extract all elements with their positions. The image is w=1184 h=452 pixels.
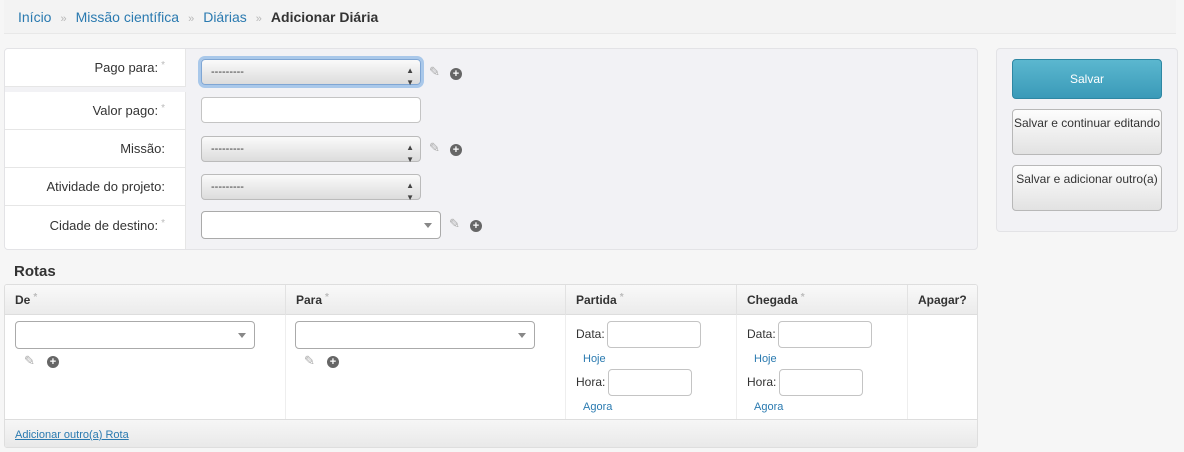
- breadcrumb-missao-cientifica[interactable]: Missão científica: [76, 9, 179, 25]
- cidade-destino-label: Cidade de destino:: [49, 218, 159, 233]
- plus-icon[interactable]: +: [47, 356, 59, 368]
- required-mark: *: [619, 292, 624, 303]
- caret-down-icon: [238, 333, 246, 338]
- required-mark: *: [33, 292, 38, 303]
- atividade-label: Atividade do projeto:: [46, 179, 165, 194]
- updown-arrows-icon: ▲ ▼: [406, 181, 414, 202]
- breadcrumb: Início » Missão científica » Diárias » Adicion…: [4, 0, 1176, 34]
- rota-apagar-cell: [908, 315, 977, 419]
- form-row-missao: Missão: --------- ▲ ▼ ✎ +: [5, 130, 977, 168]
- updown-arrows-icon: ▲ ▼: [406, 143, 414, 164]
- missao-label-cell: Missão:: [5, 130, 186, 168]
- submit-row: Salvar Salvar e continuar editando Salva…: [996, 48, 1178, 232]
- chegada-time-input[interactable]: [779, 369, 863, 396]
- rotas-table-footer: Adicionar outro(a) Rota: [5, 419, 977, 447]
- col-header-de: De *: [5, 285, 286, 315]
- rota-de-select[interactable]: [15, 321, 255, 349]
- chegada-agora-link[interactable]: Agora: [754, 401, 783, 413]
- valor-pago-input[interactable]: [201, 97, 421, 123]
- pencil-icon[interactable]: ✎: [449, 216, 460, 232]
- partida-date-input[interactable]: [607, 321, 701, 348]
- breadcrumb-inicio[interactable]: Início: [18, 9, 51, 25]
- cidade-destino-select[interactable]: [201, 211, 441, 239]
- atividade-select-value: ---------: [211, 181, 244, 193]
- valor-pago-label-cell: Valor pago: *: [5, 92, 186, 130]
- plus-icon[interactable]: +: [450, 144, 462, 156]
- pago-para-label: Pago para:: [94, 60, 159, 75]
- missao-select[interactable]: --------- ▲ ▼: [201, 136, 421, 164]
- pencil-icon[interactable]: ✎: [304, 353, 315, 369]
- chegada-hora-label: Hora:: [747, 375, 777, 389]
- breadcrumb-diarias[interactable]: Diárias: [203, 9, 247, 25]
- rota-para-cell: ✎ +: [286, 315, 566, 419]
- partida-data-label: Data:: [576, 327, 605, 341]
- form-row-pago-para: Pago para: * --------- ▲ ▼ ✎ +: [5, 49, 977, 87]
- plus-icon[interactable]: +: [450, 68, 462, 80]
- col-header-partida: Partida *: [566, 285, 737, 315]
- missao-select-value: ---------: [211, 143, 244, 155]
- form-row-cidade-destino: Cidade de destino: * ✎ +: [5, 206, 977, 249]
- plus-icon[interactable]: +: [327, 356, 339, 368]
- col-header-para: Para *: [286, 285, 566, 315]
- rota-chegada-cell: Data: Hoje Hora: Agora: [737, 315, 908, 419]
- save-continue-button[interactable]: Salvar e continuar editando: [1012, 109, 1162, 155]
- breadcrumb-separator: »: [188, 13, 195, 25]
- required-mark: *: [161, 103, 165, 114]
- chegada-date-input[interactable]: [778, 321, 872, 348]
- col-header-apagar: Apagar?: [918, 293, 967, 307]
- plus-icon[interactable]: +: [470, 220, 482, 232]
- col-header-chegada: Chegada *: [737, 285, 908, 315]
- partida-hora-label: Hora:: [576, 375, 606, 389]
- cidade-destino-label-cell: Cidade de destino: *: [5, 206, 186, 249]
- form-row-valor-pago: Valor pago: *: [5, 92, 977, 130]
- breadcrumb-separator: »: [60, 13, 67, 25]
- atividade-select[interactable]: --------- ▲ ▼: [201, 174, 421, 202]
- updown-arrows-icon: ▲ ▼: [406, 66, 414, 87]
- form-row-atividade: Atividade do projeto: --------- ▲ ▼: [5, 168, 977, 206]
- partida-hoje-link[interactable]: Hoje: [583, 353, 606, 365]
- breadcrumb-current: Adicionar Diária: [270, 9, 379, 25]
- rota-de-cell: ✎ +: [5, 315, 286, 419]
- rota-partida-cell: Data: Hoje Hora: Agora: [566, 315, 737, 419]
- partida-time-input[interactable]: [608, 369, 692, 396]
- rota-para-select[interactable]: [295, 321, 535, 349]
- save-button[interactable]: Salvar: [1012, 59, 1162, 99]
- pencil-icon[interactable]: ✎: [429, 64, 440, 80]
- required-mark: *: [161, 218, 165, 229]
- rotas-table-header: De * Para * Partida * Chegada * Apagar?: [5, 285, 977, 315]
- missao-label: Missão:: [120, 141, 165, 156]
- chegada-hoje-link[interactable]: Hoje: [754, 353, 777, 365]
- pencil-icon[interactable]: ✎: [429, 140, 440, 156]
- valor-pago-label: Valor pago:: [92, 103, 159, 118]
- breadcrumb-separator: »: [255, 13, 262, 25]
- required-mark: *: [800, 292, 805, 303]
- rotas-table: De * Para * Partida * Chegada * Apagar? ✎ + …: [4, 284, 978, 448]
- required-mark: *: [161, 60, 165, 71]
- chegada-data-label: Data:: [747, 327, 776, 341]
- save-add-another-button[interactable]: Salvar e adicionar outro(a): [1012, 165, 1162, 211]
- diaria-form: Pago para: * --------- ▲ ▼ ✎ + Valor pago:…: [4, 48, 978, 250]
- pago-para-select-value: ---------: [211, 66, 244, 78]
- caret-down-icon: [424, 223, 432, 228]
- required-mark: *: [325, 292, 329, 303]
- pago-para-select[interactable]: --------- ▲ ▼: [201, 59, 421, 87]
- atividade-label-cell: Atividade do projeto:: [5, 168, 186, 206]
- rotas-title: Rotas: [14, 263, 56, 280]
- pago-para-label-cell: Pago para: *: [5, 49, 186, 87]
- partida-agora-link[interactable]: Agora: [583, 401, 612, 413]
- add-rota-link[interactable]: Adicionar outro(a) Rota: [15, 429, 129, 441]
- pencil-icon[interactable]: ✎: [24, 353, 35, 369]
- caret-down-icon: [518, 333, 526, 338]
